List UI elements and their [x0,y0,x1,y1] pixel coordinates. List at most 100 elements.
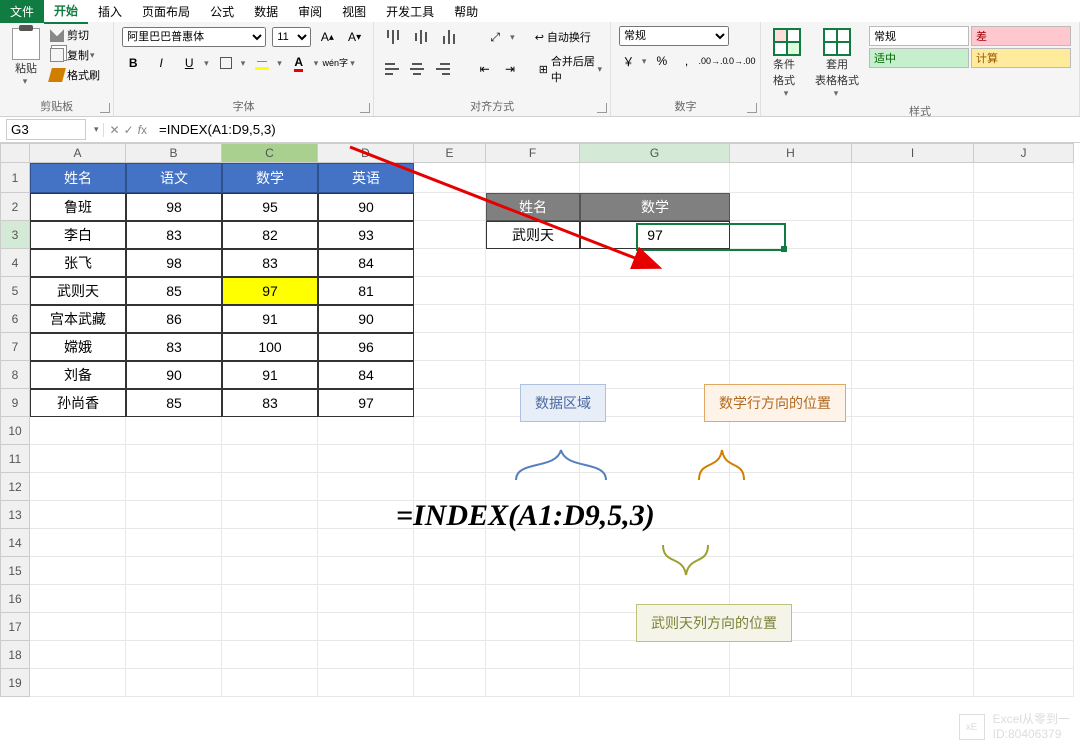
cell[interactable] [852,557,974,585]
cell[interactable] [852,473,974,501]
cell[interactable] [414,333,486,361]
cell-style-calc[interactable]: 计算 [971,48,1071,68]
cell[interactable]: 英语 [318,163,414,193]
cell[interactable] [414,249,486,277]
row-header[interactable]: 9 [0,389,30,417]
cell[interactable] [486,669,580,697]
cell[interactable] [852,221,974,249]
row-header[interactable]: 15 [0,557,30,585]
dialog-launcher-icon[interactable] [597,103,607,113]
row-header[interactable]: 6 [0,305,30,333]
cell[interactable] [414,641,486,669]
menu-review[interactable]: 审阅 [288,0,332,23]
cell[interactable] [126,585,222,613]
cell[interactable] [974,163,1074,193]
cell[interactable] [486,557,580,585]
name-box[interactable] [6,119,86,140]
cell[interactable]: 宫本武藏 [30,305,126,333]
cell[interactable] [414,669,486,697]
orientation-button[interactable]: ⤢ [484,26,506,48]
cell[interactable]: 100 [222,333,318,361]
comma-button[interactable]: , [677,50,696,72]
cell[interactable] [730,641,852,669]
cell[interactable] [414,417,486,445]
cell[interactable] [318,669,414,697]
cell[interactable] [222,417,318,445]
cell[interactable] [126,613,222,641]
decrease-decimal-button[interactable]: .0→.00 [730,50,752,72]
cell[interactable] [30,641,126,669]
cell[interactable] [486,613,580,641]
cell[interactable] [580,163,730,193]
cell[interactable]: 姓名 [486,193,580,221]
border-button[interactable] [215,52,237,74]
cell[interactable] [126,641,222,669]
align-top-button[interactable] [382,26,404,48]
align-right-button[interactable] [433,58,452,80]
cell[interactable] [126,557,222,585]
cell[interactable] [730,557,852,585]
cell[interactable]: 85 [126,389,222,417]
cell[interactable] [414,277,486,305]
row-header[interactable]: 14 [0,529,30,557]
cell[interactable] [852,417,974,445]
decrease-indent-button[interactable]: ⇤ [475,58,494,80]
cell[interactable] [852,669,974,697]
cell[interactable]: 97 [580,221,730,249]
wrap-text-button[interactable]: ↩自动换行 [535,28,591,46]
increase-decimal-button[interactable]: .00→.0 [702,50,724,72]
format-painter-button[interactable]: 格式刷 [50,66,100,84]
cell[interactable] [414,529,486,557]
cell-style-bad[interactable]: 差 [971,26,1071,46]
row-header[interactable]: 17 [0,613,30,641]
align-middle-button[interactable] [410,26,432,48]
cell[interactable] [580,305,730,333]
cell[interactable] [126,473,222,501]
cell[interactable] [222,557,318,585]
menu-formulas[interactable]: 公式 [200,0,244,23]
increase-font-button[interactable]: A▴ [317,26,338,48]
cell[interactable] [414,613,486,641]
cell[interactable] [974,557,1074,585]
cell[interactable] [414,473,486,501]
cell[interactable] [730,501,852,529]
decrease-font-button[interactable]: A▾ [344,26,365,48]
font-color-button[interactable]: A [288,52,310,74]
cell[interactable] [126,669,222,697]
cell[interactable] [486,249,580,277]
underline-button[interactable]: U [178,52,200,74]
cell[interactable]: 武则天 [486,221,580,249]
cell[interactable] [974,613,1074,641]
cancel-button[interactable]: ✕ [110,123,120,137]
col-header[interactable]: I [852,143,974,163]
cell[interactable] [30,501,126,529]
cell[interactable] [730,529,852,557]
cell[interactable] [852,501,974,529]
cell[interactable]: 鲁班 [30,193,126,221]
row-header[interactable]: 5 [0,277,30,305]
cell[interactable] [414,193,486,221]
cell[interactable]: 武则天 [30,277,126,305]
cell[interactable] [974,529,1074,557]
cell[interactable] [486,333,580,361]
row-header[interactable]: 7 [0,333,30,361]
row-header[interactable]: 18 [0,641,30,669]
cell[interactable] [318,641,414,669]
cell[interactable] [30,613,126,641]
select-all-corner[interactable] [0,143,30,163]
cell[interactable] [222,529,318,557]
cell[interactable] [222,641,318,669]
font-name-select[interactable]: 阿里巴巴普惠体 [122,27,266,47]
cell[interactable]: 82 [222,221,318,249]
cell[interactable]: 95 [222,193,318,221]
col-header[interactable]: A [30,143,126,163]
col-header[interactable]: H [730,143,852,163]
cell[interactable] [852,193,974,221]
cell[interactable] [414,221,486,249]
menu-data[interactable]: 数据 [244,0,288,23]
cell[interactable]: 90 [318,305,414,333]
cell[interactable] [852,445,974,473]
cell[interactable]: 97 [222,277,318,305]
col-header[interactable]: G [580,143,730,163]
cell[interactable] [414,361,486,389]
